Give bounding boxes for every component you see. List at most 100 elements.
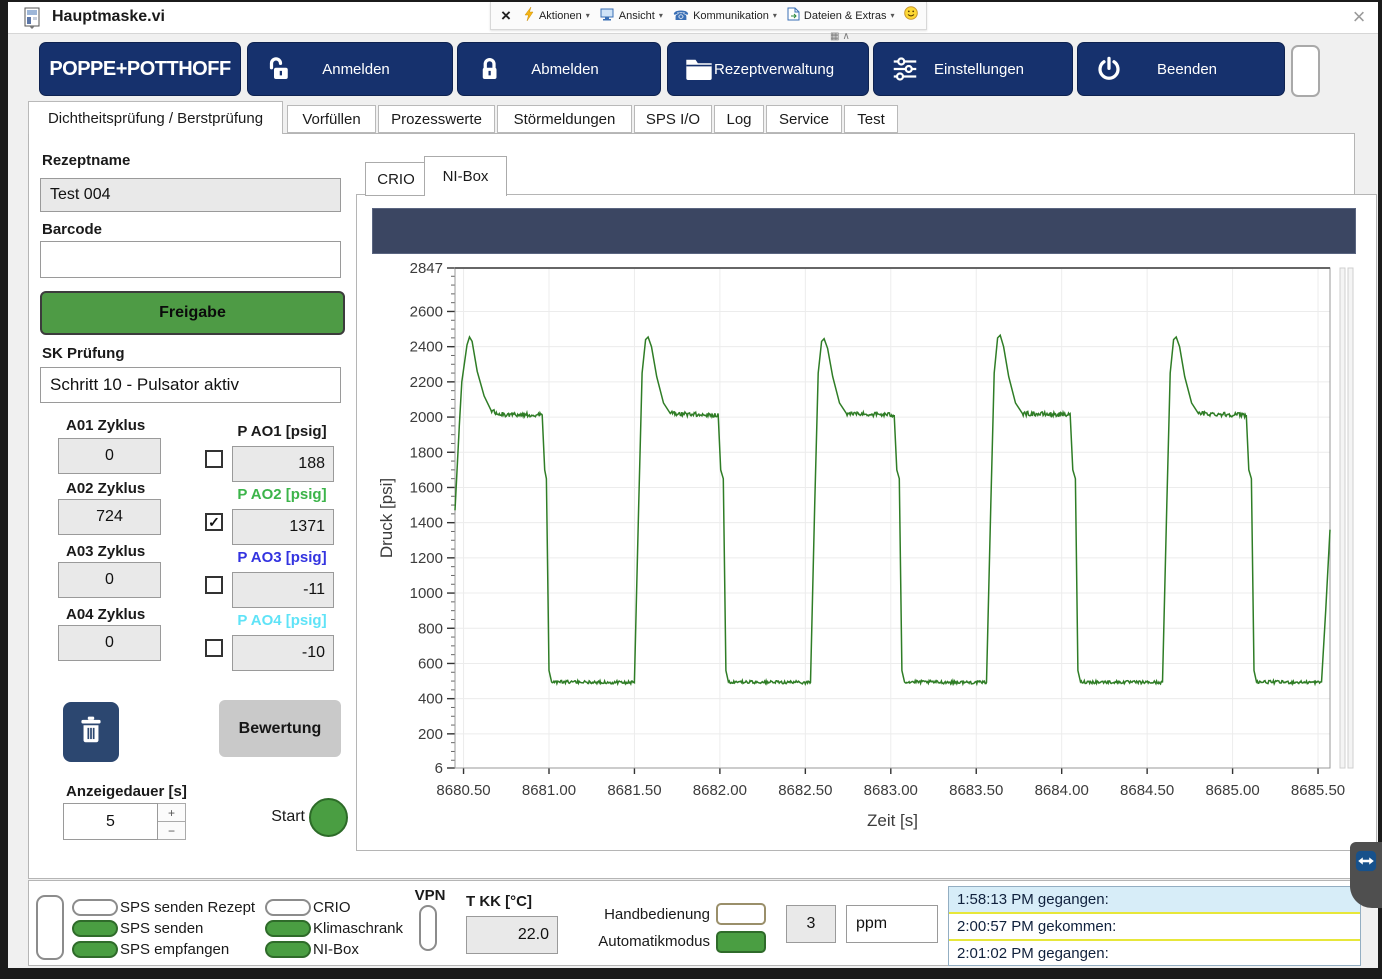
- svg-text:8685.50: 8685.50: [1291, 782, 1345, 799]
- file-icon: [787, 7, 800, 24]
- barcode-input[interactable]: [40, 241, 341, 278]
- svg-text:8682.00: 8682.00: [693, 782, 747, 799]
- p-ao3-field: -11: [232, 572, 334, 608]
- chart-tab-nibox[interactable]: NI-Box: [424, 156, 507, 196]
- anmelden-button[interactable]: Anmelden: [248, 43, 452, 95]
- chevron-down-icon: ▾: [586, 11, 590, 20]
- trash-icon: [76, 714, 106, 751]
- vpn-led: [419, 905, 437, 951]
- a04-zyklus-field: 0: [58, 625, 161, 661]
- chart-header-bar: [372, 208, 1356, 254]
- p-ao1-checkbox[interactable]: [205, 450, 223, 468]
- teamviewer-icon: [1355, 850, 1377, 908]
- svg-text:2400: 2400: [410, 339, 443, 356]
- p-ao4-label: P AO4 [psig]: [224, 612, 340, 629]
- smiley-icon: [904, 6, 918, 25]
- ppm-unit-field: ppm: [846, 905, 938, 943]
- svg-text:1400: 1400: [410, 515, 443, 532]
- einstellungen-button[interactable]: Einstellungen: [874, 43, 1072, 95]
- nav-status-led: [1291, 45, 1320, 97]
- menu-kommunikation[interactable]: ☎ Kommunikation▾: [673, 8, 777, 24]
- svg-text:200: 200: [418, 726, 443, 743]
- svg-text:8685.00: 8685.00: [1205, 782, 1259, 799]
- window-close-button[interactable]: ×: [1345, 4, 1373, 30]
- handbedienung-label: Handbedienung: [538, 906, 710, 923]
- p-ao2-checkbox[interactable]: ✓: [205, 513, 223, 531]
- delete-button[interactable]: [63, 702, 119, 762]
- anzeigedauer-decrement-button[interactable]: −: [158, 822, 186, 840]
- screen: Hauptmaske.vi × Aktionen▾ Ansicht▾ ☎ Kom…: [0, 0, 1382, 979]
- svg-text:1000: 1000: [410, 585, 443, 602]
- tab-vorfuellen[interactable]: Vorfüllen: [287, 105, 376, 133]
- svg-text:8684.00: 8684.00: [1035, 782, 1089, 799]
- tab-dichtheitspruefung[interactable]: Dichtheitsprüfung / Berstprüfung: [28, 101, 283, 134]
- anzeigedauer-value[interactable]: 5: [63, 803, 158, 840]
- beenden-button[interactable]: Beenden: [1078, 43, 1284, 95]
- p-ao1-label: P AO1 [psig]: [224, 423, 340, 440]
- svg-text:1600: 1600: [410, 479, 443, 496]
- brand-logo-text: POPPE+POTTHOFF: [40, 58, 240, 81]
- chart-tab-crio[interactable]: CRIO: [365, 162, 427, 196]
- log-entry: 1:58:13 PM gegangen:: [949, 887, 1360, 914]
- unlock-icon: [264, 54, 294, 84]
- svg-text:2847: 2847: [410, 260, 443, 277]
- status-master-led: [36, 895, 64, 960]
- tab-stoermeldungen[interactable]: Störmeldungen: [497, 105, 632, 133]
- tab-log[interactable]: Log: [714, 105, 764, 133]
- svg-text:8681.50: 8681.50: [607, 782, 661, 799]
- handbedienung-led[interactable]: [716, 903, 766, 925]
- labview-toolbar: × Aktionen▾ Ansicht▾ ☎ Kommunikation▾ Da…: [490, 2, 927, 30]
- chevron-down-icon: ▾: [773, 11, 777, 20]
- svg-text:Zeit [s]: Zeit [s]: [867, 811, 918, 830]
- sps-senden-rezept-label: SPS senden Rezept: [120, 899, 255, 916]
- start-led[interactable]: [309, 798, 348, 837]
- svg-text:1800: 1800: [410, 444, 443, 461]
- rezeptverwaltung-button[interactable]: Rezeptverwaltung: [668, 43, 868, 95]
- freigabe-button[interactable]: Freigabe: [40, 291, 345, 335]
- svg-text:8680.50: 8680.50: [436, 782, 490, 799]
- svg-text:1200: 1200: [410, 550, 443, 567]
- tab-prozesswerte[interactable]: Prozesswerte: [378, 105, 495, 133]
- abmelden-button[interactable]: Abmelden: [458, 43, 660, 95]
- start-label: Start: [263, 808, 305, 826]
- log-entry: 2:00:57 PM gekommen:: [949, 914, 1360, 941]
- log-entry: 2:01:02 PM gegangen:: [949, 941, 1360, 966]
- tab-sps-io[interactable]: SPS I/O: [634, 105, 712, 133]
- pressure-chart[interactable]: 6200400600800100012001400160018002000220…: [372, 255, 1356, 830]
- phone-icon: ☎: [673, 8, 689, 24]
- toolbar-hint-icons[interactable]: ▦∧: [830, 31, 853, 42]
- p-ao4-field: -10: [232, 635, 334, 671]
- p-ao3-label: P AO3 [psig]: [224, 549, 340, 566]
- svg-text:Druck [psi]: Druck [psi]: [377, 478, 396, 558]
- a02-zyklus-field: 724: [58, 499, 161, 535]
- title-bar: Hauptmaske.vi × Aktionen▾ Ansicht▾ ☎ Kom…: [8, 2, 1378, 34]
- klimaschrank-label: Klimaschrank: [313, 920, 403, 937]
- menu-ansicht[interactable]: Ansicht▾: [600, 8, 663, 24]
- p-ao4-checkbox[interactable]: [205, 639, 223, 657]
- abort-button[interactable]: ×: [499, 6, 513, 26]
- window-title: Hauptmaske.vi: [52, 8, 165, 26]
- p-ao3-checkbox[interactable]: [205, 576, 223, 594]
- svg-text:8683.50: 8683.50: [949, 782, 1003, 799]
- automatikmodus-led[interactable]: [716, 931, 766, 953]
- power-icon: [1094, 54, 1124, 84]
- event-log[interactable]: 1:58:13 PM gegangen: 2:00:57 PM gekommen…: [948, 886, 1361, 966]
- menu-aktionen[interactable]: Aktionen▾: [523, 7, 590, 24]
- sps-empfangen-led: [72, 941, 118, 958]
- monitor-icon: [600, 8, 615, 24]
- svg-text:2200: 2200: [410, 374, 443, 391]
- rezeptname-field: Test 004: [40, 178, 341, 212]
- sps-senden-label: SPS senden: [120, 920, 203, 937]
- a03-zyklus-label: A03 Zyklus: [66, 543, 145, 560]
- teamviewer-handle[interactable]: [1350, 842, 1382, 908]
- bewertung-button[interactable]: Bewertung: [219, 700, 341, 757]
- tkk-label: T KK [°C]: [466, 893, 532, 910]
- tab-service[interactable]: Service: [766, 105, 842, 133]
- svg-text:8681.00: 8681.00: [522, 782, 576, 799]
- menu-dateien-extras[interactable]: Dateien & Extras▾: [787, 7, 895, 24]
- automatikmodus-label: Automatikmodus: [538, 933, 710, 950]
- tab-test[interactable]: Test: [844, 105, 898, 133]
- anzeigedauer-increment-button[interactable]: +: [158, 803, 186, 822]
- rezeptname-label: Rezeptname: [42, 152, 130, 169]
- a04-zyklus-label: A04 Zyklus: [66, 606, 145, 623]
